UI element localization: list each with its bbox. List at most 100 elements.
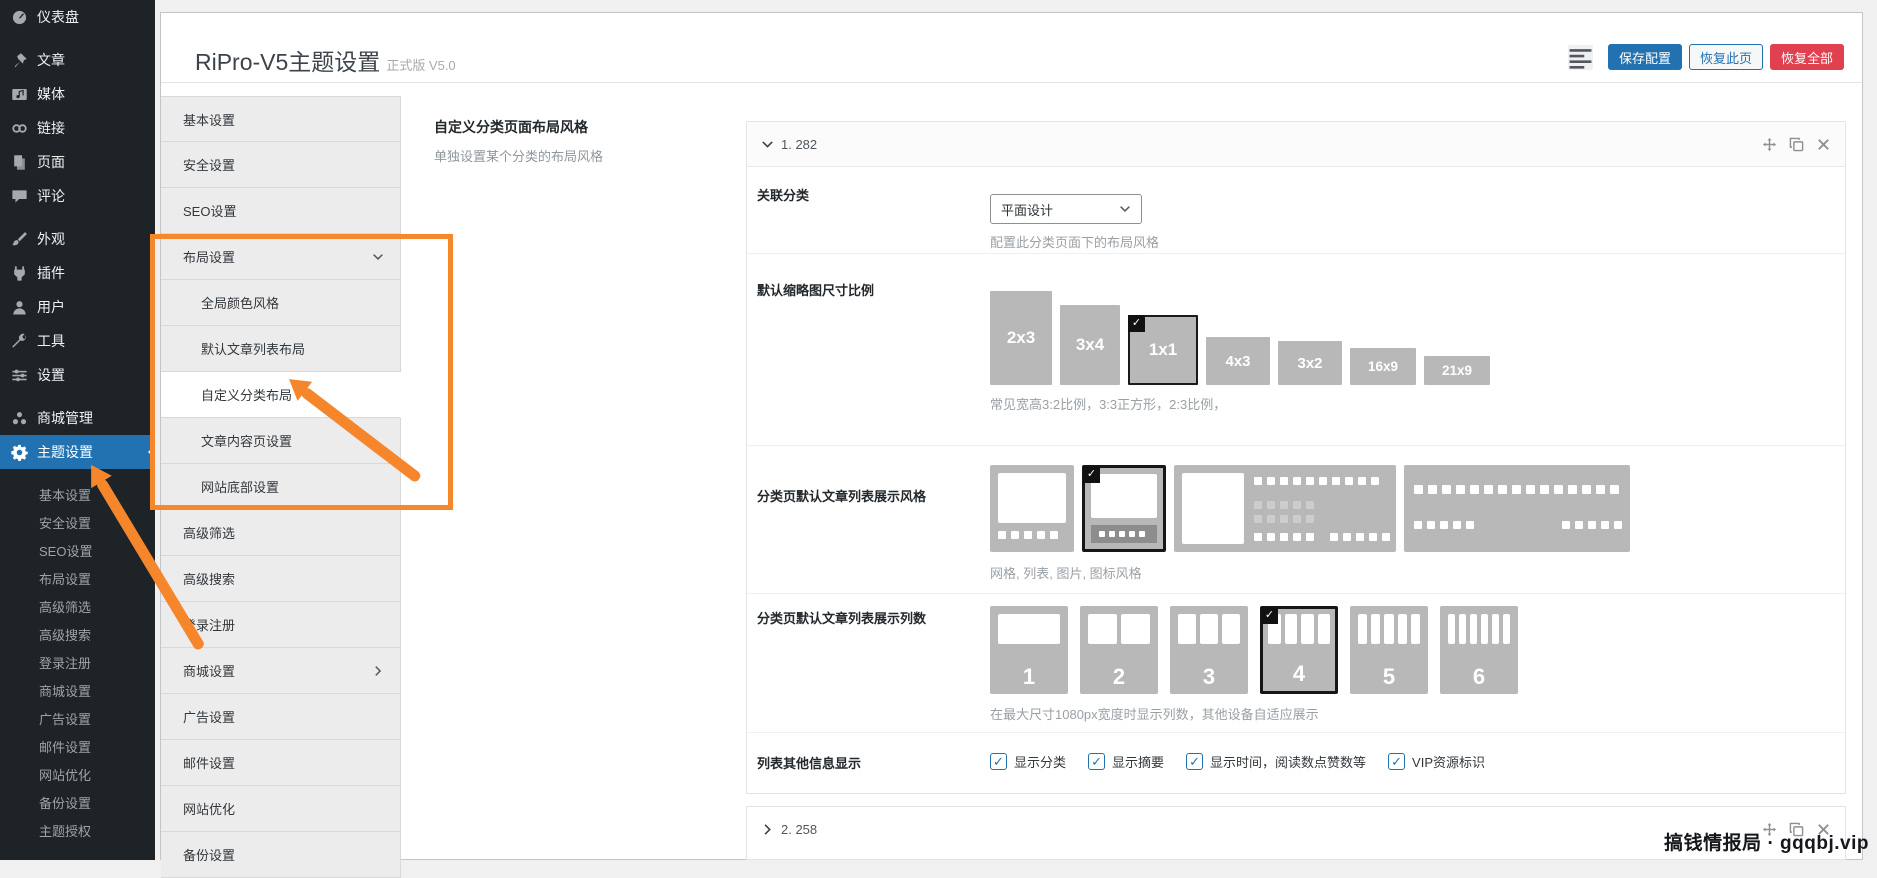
sidebar-subitem-SEO设置[interactable]: SEO设置 bbox=[0, 538, 155, 566]
checkbox-显示摘要[interactable]: ✓ 显示摘要 bbox=[1088, 752, 1164, 771]
sidebar-item-设置[interactable]: 设置 bbox=[0, 358, 155, 392]
preview-dot bbox=[1280, 501, 1288, 509]
tab-广告设置[interactable]: 广告设置 bbox=[161, 694, 401, 740]
column-count-option-6[interactable]: 6 bbox=[1440, 606, 1518, 694]
tab-自定义分类布局[interactable]: 自定义分类布局 bbox=[161, 372, 401, 418]
tab-label: 备份设置 bbox=[183, 848, 236, 863]
column-count-option-1[interactable]: 1 bbox=[990, 606, 1068, 694]
sidebar-subitem-备份设置[interactable]: 备份设置 bbox=[0, 790, 155, 818]
sidebar-subitem-高级搜索[interactable]: 高级搜索 bbox=[0, 622, 155, 650]
sidebar-item-用户[interactable]: 用户 bbox=[0, 290, 155, 324]
sidebar-item-主题设置[interactable]: 主题设置 bbox=[0, 435, 156, 469]
preview-dot bbox=[1582, 485, 1591, 494]
ratio-option-3x2[interactable]: 3x2 bbox=[1278, 341, 1342, 385]
sidebar-item-外观[interactable]: 外观 bbox=[0, 222, 155, 256]
list-style-option-image[interactable] bbox=[1174, 465, 1396, 552]
tab-高级筛选[interactable]: 高级筛选 bbox=[161, 510, 401, 556]
sidebar-subitem-网站优化[interactable]: 网站优化 bbox=[0, 762, 155, 790]
preview-dot bbox=[1293, 477, 1301, 485]
ratio-option-2x3[interactable]: 2x3 bbox=[990, 291, 1052, 385]
sidebar-subitem-登录注册[interactable]: 登录注册 bbox=[0, 650, 155, 678]
close-icon[interactable] bbox=[1816, 137, 1831, 152]
list-style-option-icon[interactable] bbox=[1404, 465, 1630, 552]
preview-dot bbox=[1306, 533, 1314, 541]
preview-dot bbox=[1267, 533, 1275, 541]
tab-SEO设置[interactable]: SEO设置 bbox=[161, 188, 401, 234]
sidebar-subitem-主题授权[interactable]: 主题授权 bbox=[0, 818, 155, 846]
settings-icon bbox=[11, 367, 28, 384]
chevron-right-icon bbox=[372, 665, 384, 677]
ratio-option-21x9[interactable]: 21x9 bbox=[1424, 356, 1490, 385]
tab-高级搜索[interactable]: 高级搜索 bbox=[161, 556, 401, 602]
header-buttons: 保存配置 恢复此页 恢复全部 bbox=[1567, 44, 1844, 70]
restore-all-button[interactable]: 恢复全部 bbox=[1769, 44, 1844, 70]
list-style-option-grid[interactable] bbox=[990, 465, 1074, 552]
sidebar-item-label: 外观 bbox=[37, 231, 65, 247]
sidebar-subitem-广告设置[interactable]: 广告设置 bbox=[0, 706, 155, 734]
sidebar-subitem-高级筛选[interactable]: 高级筛选 bbox=[0, 594, 155, 622]
list-style-option-list[interactable]: ✓ bbox=[1082, 465, 1166, 552]
preview-dot bbox=[1427, 521, 1435, 529]
sidebar-item-商城管理[interactable]: 商城管理 bbox=[0, 401, 155, 435]
preview-dot bbox=[1254, 515, 1262, 523]
tab-布局设置[interactable]: 布局设置 bbox=[161, 234, 401, 280]
checkbox-显示时间，阅读数点赞数等[interactable]: ✓ 显示时间，阅读数点赞数等 bbox=[1186, 752, 1366, 771]
preview-image-block bbox=[1091, 474, 1157, 518]
tab-label: SEO设置 bbox=[183, 204, 237, 219]
collapse-menu-icon-button[interactable] bbox=[1567, 44, 1593, 70]
column-count-option-2[interactable]: 2 bbox=[1080, 606, 1158, 694]
sidebar-subitem-商城设置[interactable]: 商城设置 bbox=[0, 678, 155, 706]
sidebar-item-仪表盘[interactable]: 仪表盘 bbox=[0, 0, 155, 34]
section-heading: 自定义分类页面布局风格 bbox=[434, 119, 588, 135]
sidebar-item-工具[interactable]: 工具 bbox=[0, 324, 155, 358]
preview-dot bbox=[1293, 501, 1301, 509]
collapse-caret-icon[interactable] bbox=[761, 138, 774, 151]
save-config-button[interactable]: 保存配置 bbox=[1607, 44, 1682, 70]
sidebar-subitem-安全设置[interactable]: 安全设置 bbox=[0, 510, 155, 538]
tab-文章内容页设置[interactable]: 文章内容页设置 bbox=[161, 418, 401, 464]
ratio-option-16x9[interactable]: 16x9 bbox=[1350, 348, 1416, 385]
sidebar-subitem-布局设置[interactable]: 布局设置 bbox=[0, 566, 155, 594]
sidebar-item-插件[interactable]: 插件 bbox=[0, 256, 155, 290]
sidebar-subitem-邮件设置[interactable]: 邮件设置 bbox=[0, 734, 155, 762]
tab-网站优化[interactable]: 网站优化 bbox=[161, 786, 401, 832]
preview-dot bbox=[1139, 531, 1145, 537]
tab-基本设置[interactable]: 基本设置 bbox=[161, 96, 401, 142]
tab-备份设置[interactable]: 备份设置 bbox=[161, 832, 401, 878]
column-count-option-4[interactable]: 4 ✓ bbox=[1260, 606, 1338, 694]
panel1-tools bbox=[1762, 137, 1831, 152]
row-extra-info: 列表其他信息显示 ✓ 显示分类 ✓ 显示摘要 ✓ 显示时间，阅读数点赞数等 ✓ VIP资源标识 bbox=[747, 733, 1845, 795]
sidebar-item-文章[interactable]: 文章 bbox=[0, 43, 155, 77]
preview-dot bbox=[1456, 485, 1465, 494]
tab-全局颜色风格[interactable]: 全局颜色风格 bbox=[161, 280, 401, 326]
category-select[interactable]: 平面设计 bbox=[990, 194, 1142, 224]
ratio-option-3x4[interactable]: 3x4 bbox=[1060, 305, 1120, 385]
tab-登录注册[interactable]: 登录注册 bbox=[161, 602, 401, 648]
sidebar-item-label: 用户 bbox=[37, 299, 65, 315]
toc-icon bbox=[1568, 45, 1593, 70]
duplicate-icon[interactable] bbox=[1789, 137, 1804, 152]
sidebar-item-链接[interactable]: 链接 bbox=[0, 111, 155, 145]
move-icon[interactable] bbox=[1762, 137, 1777, 152]
sidebar-subitem-基本设置[interactable]: 基本设置 bbox=[0, 482, 155, 510]
column-count-option-5[interactable]: 5 bbox=[1350, 606, 1428, 694]
sidebar-item-媒体[interactable]: 媒体 bbox=[0, 77, 155, 111]
tab-默认文章列表布局[interactable]: 默认文章列表布局 bbox=[161, 326, 401, 372]
checkbox-显示分类[interactable]: ✓ 显示分类 bbox=[990, 752, 1066, 771]
tab-邮件设置[interactable]: 邮件设置 bbox=[161, 740, 401, 786]
restore-page-button[interactable]: 恢复此页 bbox=[1688, 44, 1763, 70]
sidebar-item-页面[interactable]: 页面 bbox=[0, 145, 155, 179]
tab-网站底部设置[interactable]: 网站底部设置 bbox=[161, 464, 401, 510]
preview-column-block bbox=[1470, 614, 1477, 644]
preview-dot bbox=[1568, 485, 1577, 494]
checkbox-VIP资源标识[interactable]: ✓ VIP资源标识 bbox=[1388, 752, 1485, 771]
ratio-option-4x3[interactable]: 4x3 bbox=[1206, 337, 1270, 385]
tab-商城设置[interactable]: 商城设置 bbox=[161, 648, 401, 694]
preview-dot bbox=[1484, 485, 1493, 494]
ratio-option-1x1[interactable]: 1x1 ✓ bbox=[1128, 315, 1198, 385]
expand-caret-icon[interactable] bbox=[761, 823, 774, 836]
tab-安全设置[interactable]: 安全设置 bbox=[161, 142, 401, 188]
sidebar-item-评论[interactable]: 评论 bbox=[0, 179, 155, 213]
preview-column-block bbox=[1222, 614, 1240, 644]
column-count-option-3[interactable]: 3 bbox=[1170, 606, 1248, 694]
